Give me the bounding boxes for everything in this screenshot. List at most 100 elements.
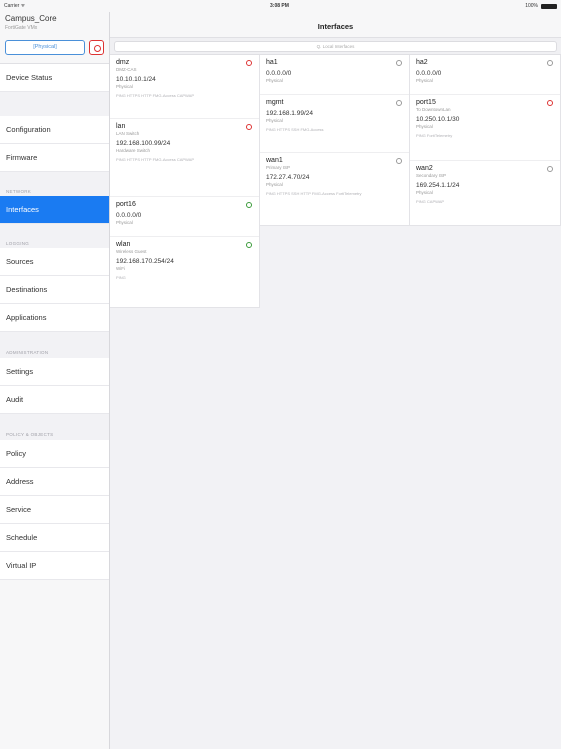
- interface-item[interactable]: dmz DMZ-CAS 10.10.10.1/24 Physical PING …: [110, 55, 259, 119]
- interface-access: PING HTTPS HTTP FMG-Access CAPWAP: [116, 93, 195, 98]
- interfaces-card: ha1 0.0.0.0/0 Physical mgmt 192.168.1.99…: [260, 55, 410, 226]
- interface-name: port16: [116, 201, 136, 208]
- interface-name: ha1: [266, 59, 278, 66]
- status-up-icon: [246, 242, 252, 248]
- sidebar-item-settings[interactable]: Settings: [0, 358, 109, 386]
- device-name: Campus_Core: [5, 14, 57, 23]
- interface-item[interactable]: mgmt 192.168.1.99/24 Physical PING HTTPS…: [260, 95, 409, 153]
- interface-item[interactable]: port15 To DowntownLan 10.250.10.1/30 Phy…: [410, 95, 560, 161]
- interface-type: Physical: [266, 118, 283, 123]
- interface-type: Physical: [266, 78, 283, 83]
- interface-type: Physical: [266, 182, 283, 187]
- sidebar-spacer: [0, 92, 109, 116]
- interface-item[interactable]: ha2 0.0.0.0/0 Physical: [410, 55, 560, 95]
- status-neutral-icon: [547, 166, 553, 172]
- search-bar: Q. Local Interfaces: [110, 38, 561, 55]
- battery-percent: 100%: [525, 3, 538, 9]
- sidebar-item-applications[interactable]: Applications: [0, 304, 109, 332]
- clock: 3:08 PM: [270, 3, 289, 9]
- interface-item[interactable]: lan LAN Switch 192.168.100.99/24 Hardwar…: [110, 119, 259, 197]
- interface-alias: Primary ISP: [266, 165, 291, 170]
- sidebar-item-virtual-ip[interactable]: Virtual IP: [0, 552, 109, 580]
- interface-ip: 10.250.10.1/30: [416, 116, 460, 123]
- interface-access: PING CAPWAP: [416, 199, 445, 204]
- sidebar-section-administration: ADMINISTRATION: [6, 350, 49, 355]
- status-neutral-icon: [396, 100, 402, 106]
- interface-access: PING HTTPS HTTP FMG-Access CAPWAP: [116, 157, 195, 162]
- interface-ip: 0.0.0.0/0: [266, 70, 292, 77]
- status-up-icon: [246, 202, 252, 208]
- sidebar-item-address[interactable]: Address: [0, 468, 109, 496]
- interfaces-card: ha2 0.0.0.0/0 Physical port15 To Downtow…: [410, 55, 561, 226]
- interface-ip: 0.0.0.0/0: [416, 70, 442, 77]
- interface-access: PING: [116, 275, 126, 280]
- interfaces-column: ha2 0.0.0.0/0 Physical port15 To Downtow…: [410, 55, 561, 226]
- interface-ip: 169.254.1.1/24: [416, 182, 460, 189]
- interface-access: PING HTTPS SSH HTTP FMG-Access FortiTele…: [266, 191, 362, 196]
- interface-item[interactable]: ha1 0.0.0.0/0 Physical: [260, 55, 409, 95]
- battery-indicator: 100%: [525, 3, 557, 9]
- status-neutral-icon: [547, 60, 553, 66]
- interface-type: WiFi: [116, 266, 125, 271]
- interface-type: Physical: [416, 124, 433, 129]
- interface-ip: 192.168.1.99/24: [266, 110, 313, 117]
- interface-type: Physical: [116, 84, 133, 89]
- interface-ip: 10.10.10.1/24: [116, 76, 156, 83]
- interface-alias: Wireless Guest: [116, 249, 147, 254]
- interfaces-card: dmz DMZ-CAS 10.10.10.1/24 Physical PING …: [110, 55, 260, 308]
- interface-name: lan: [116, 123, 126, 130]
- sidebar-section-network: NETWORK: [6, 189, 32, 194]
- interface-type: Physical: [116, 220, 133, 225]
- sidebar: Campus_Core FortiGate VMx [Physical] Dev…: [0, 12, 110, 749]
- search-input[interactable]: Q. Local Interfaces: [114, 41, 557, 52]
- sidebar-item-firmware[interactable]: Firmware: [0, 144, 109, 172]
- interface-ip: 172.27.4.70/24: [266, 174, 310, 181]
- page-title: Interfaces: [317, 22, 354, 31]
- interface-item[interactable]: wan2 Secondary ISP 169.254.1.1/24 Physic…: [410, 161, 560, 225]
- status-down-icon: [246, 124, 252, 130]
- main-panel: Interfaces Q. Local Interfaces dmz DMZ-C…: [110, 12, 561, 749]
- interface-item[interactable]: wan1 Primary ISP 172.27.4.70/24 Physical…: [260, 153, 409, 225]
- interface-type: Hardware Switch: [116, 148, 151, 153]
- battery-icon: [541, 3, 557, 9]
- interface-name: mgmt: [266, 99, 284, 106]
- interfaces-column: ha1 0.0.0.0/0 Physical mgmt 192.168.1.99…: [260, 55, 410, 226]
- interface-ip: 0.0.0.0/0: [116, 212, 142, 219]
- status-down-icon: [246, 60, 252, 66]
- interface-name: wan2: [416, 165, 433, 172]
- device-model: FortiGate VMx: [5, 25, 38, 31]
- sidebar-item-policy[interactable]: Policy: [0, 440, 109, 468]
- interface-name: ha2: [416, 59, 428, 66]
- interface-alias: LAN Switch: [116, 131, 140, 136]
- interface-access: PING HTTPS SSH FMG-Access: [266, 127, 324, 132]
- device-switch-button[interactable]: [Physical]: [5, 40, 85, 55]
- sidebar-item-schedule[interactable]: Schedule: [0, 524, 109, 552]
- sidebar-item-service[interactable]: Service: [0, 496, 109, 524]
- interface-alias: DMZ-CAS: [116, 67, 137, 72]
- interface-alias: Secondary ISP: [416, 173, 447, 178]
- status-down-icon: [547, 100, 553, 106]
- status-bar: Carrier ᯤ 3:08 PM 100%: [0, 0, 561, 12]
- sidebar-section-logging: LOGGING: [6, 241, 30, 246]
- sidebar-item-sources[interactable]: Sources: [0, 248, 109, 276]
- interface-name: wan1: [266, 157, 283, 164]
- sidebar-item-device-status[interactable]: Device Status: [0, 64, 109, 92]
- logout-icon[interactable]: [89, 40, 104, 55]
- interface-alias: To DowntownLan: [416, 107, 451, 112]
- interfaces-column: dmz DMZ-CAS 10.10.10.1/24 Physical PING …: [110, 55, 260, 308]
- sidebar-item-destinations[interactable]: Destinations: [0, 276, 109, 304]
- sidebar-item-interfaces[interactable]: Interfaces: [0, 196, 109, 224]
- interface-type: Physical: [416, 190, 433, 195]
- sidebar-item-configuration[interactable]: Configuration: [0, 116, 109, 144]
- interface-name: wlan: [116, 241, 131, 248]
- sidebar-header: Campus_Core FortiGate VMx [Physical]: [0, 12, 109, 64]
- status-neutral-icon: [396, 158, 402, 164]
- interface-item[interactable]: port16 0.0.0.0/0 Physical: [110, 197, 259, 237]
- interface-ip: 192.168.100.99/24: [116, 140, 171, 147]
- interface-item[interactable]: wlan Wireless Guest 192.168.170.254/24 W…: [110, 237, 259, 307]
- sidebar-item-audit[interactable]: Audit: [0, 386, 109, 414]
- sidebar-section-policy-objects: POLICY & OBJECTS: [6, 432, 54, 437]
- interface-access: PING FortiTelemetry: [416, 133, 453, 138]
- nav-bar: Interfaces: [110, 12, 561, 38]
- interface-name: port15: [416, 99, 436, 106]
